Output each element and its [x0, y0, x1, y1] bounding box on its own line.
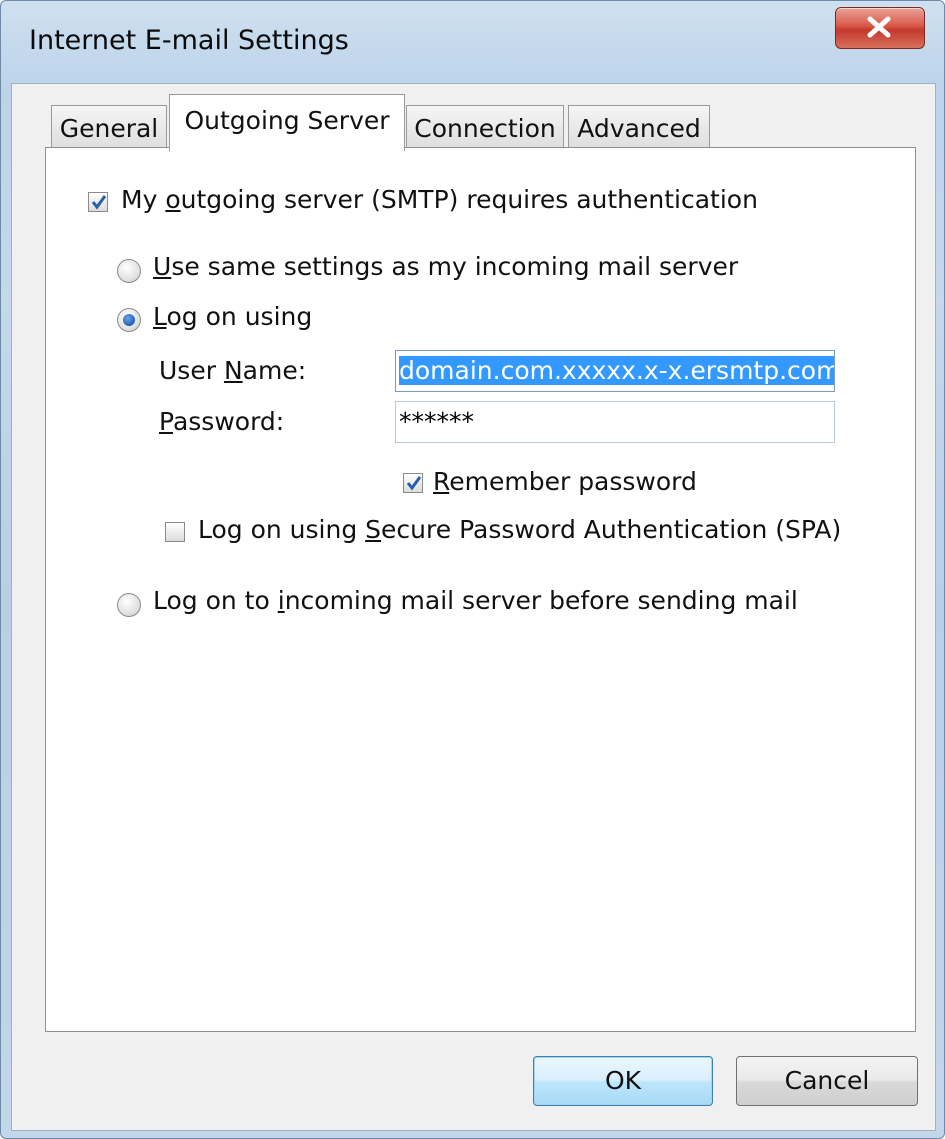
label-part: Log on using — [198, 515, 366, 544]
remember-password-checkbox[interactable] — [403, 473, 423, 493]
label-part: assword: — [172, 407, 285, 436]
cancel-button[interactable]: Cancel — [736, 1056, 918, 1106]
checkmark-icon — [406, 476, 422, 491]
label-part: og on using — [166, 302, 313, 331]
user-name-input[interactable]: domain.com.xxxxx.x-x.ersmtp.com — [395, 350, 835, 392]
log-on-incoming-label[interactable]: Log on to incoming mail server before se… — [153, 586, 798, 615]
cancel-button-label: Cancel — [784, 1066, 870, 1095]
ok-button[interactable]: OK — [533, 1056, 713, 1106]
label-part: Log on to — [153, 586, 278, 615]
tab-advanced-label: Advanced — [577, 114, 701, 143]
label-part: utgoing server (SMTP) requires authentic… — [180, 185, 758, 214]
label-part: User — [159, 356, 224, 385]
tab-general[interactable]: General — [51, 105, 167, 151]
log-on-using-radio[interactable] — [117, 308, 141, 332]
label-part: se same settings as my incoming mail ser… — [171, 252, 739, 281]
title-bar[interactable]: Internet E-mail Settings — [1, 1, 944, 83]
same-settings-radio[interactable] — [117, 259, 141, 283]
label-part: My — [121, 185, 166, 214]
tab-outgoing-server[interactable]: Outgoing Server — [169, 94, 405, 151]
label-part: emember password — [449, 467, 697, 496]
remember-password-label[interactable]: Remember password — [433, 467, 697, 496]
accelerator-key: L — [153, 302, 167, 331]
spa-checkbox[interactable] — [165, 522, 185, 542]
same-settings-label[interactable]: Use same settings as my incoming mail se… — [153, 252, 738, 281]
accelerator-key: R — [433, 467, 450, 496]
accelerator-key: P — [159, 407, 173, 436]
close-icon — [867, 16, 891, 38]
label-part: ncoming mail server before sending mail — [284, 586, 798, 615]
requires-auth-label[interactable]: My outgoing server (SMTP) requires authe… — [121, 185, 758, 214]
password-input[interactable]: ****** — [395, 401, 835, 443]
user-name-label: User Name: — [159, 356, 306, 385]
tab-connection-label: Connection — [414, 114, 556, 143]
label-part: ecure Password Authentication (SPA) — [381, 515, 842, 544]
tab-connection[interactable]: Connection — [406, 105, 564, 151]
password-value: ****** — [399, 407, 474, 436]
checkmark-icon — [91, 195, 107, 210]
accelerator-key: o — [165, 185, 181, 214]
radio-selected-dot — [123, 314, 135, 326]
log-on-using-label[interactable]: Log on using — [153, 302, 312, 331]
log-on-incoming-radio[interactable] — [117, 593, 141, 617]
label-part: ame: — [242, 356, 307, 385]
close-button[interactable] — [835, 7, 925, 49]
user-name-value: domain.com.xxxxx.x-x.ersmtp.com — [399, 356, 834, 385]
accelerator-key: N — [223, 356, 243, 385]
tab-outgoing-server-label: Outgoing Server — [184, 106, 390, 135]
accelerator-key: i — [277, 586, 285, 615]
password-label: Password: — [159, 407, 284, 436]
tab-general-label: General — [59, 114, 159, 143]
requires-auth-checkbox[interactable] — [88, 192, 108, 212]
accelerator-key: U — [153, 252, 172, 281]
tab-advanced[interactable]: Advanced — [568, 105, 710, 151]
spa-label[interactable]: Log on using Secure Password Authenticat… — [198, 515, 841, 544]
ok-button-label: OK — [604, 1066, 642, 1095]
dialog-window: Internet E-mail Settings General Outgoin… — [0, 0, 945, 1139]
window-title: Internet E-mail Settings — [29, 25, 349, 56]
accelerator-key: S — [365, 515, 382, 544]
